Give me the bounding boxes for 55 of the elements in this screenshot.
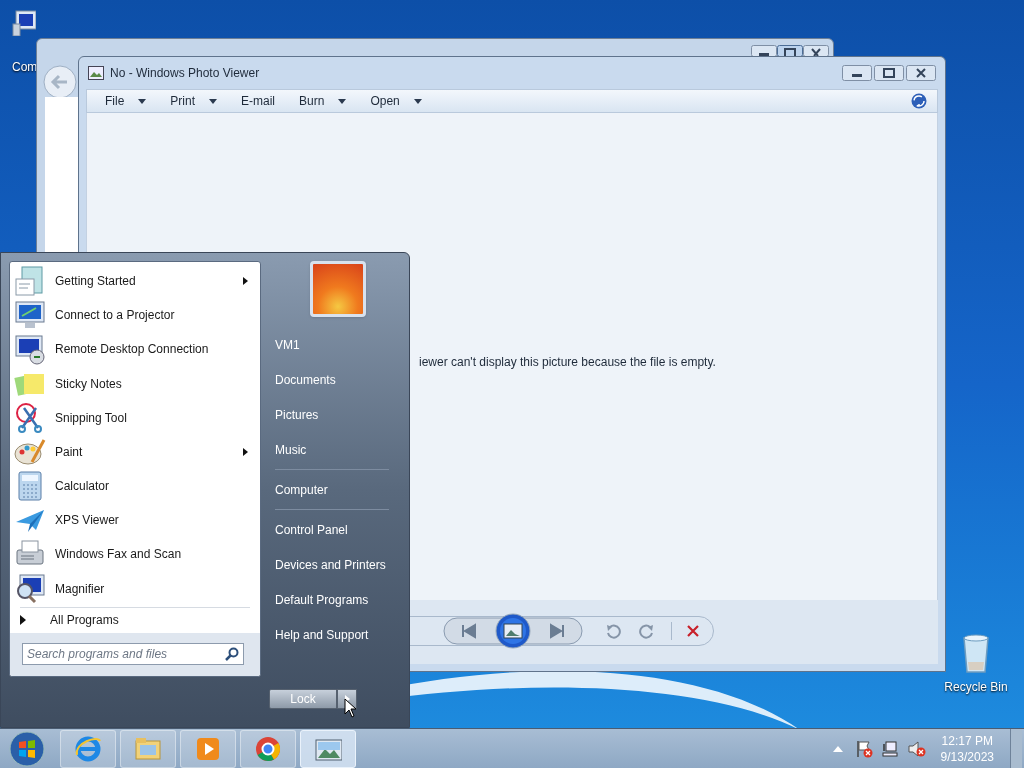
start-menu-link[interactable]: Help and Support	[269, 617, 395, 652]
minimize-icon[interactable]	[751, 45, 777, 56]
speaker-muted-icon[interactable]	[906, 739, 927, 758]
close-icon[interactable]	[906, 65, 936, 81]
browser-icon	[254, 734, 282, 763]
program-item[interactable]: Connect to a Projector	[10, 298, 260, 333]
magnifier-icon	[14, 572, 46, 605]
start-menu-link[interactable]: Pictures	[269, 397, 395, 432]
window-title: No - Windows Photo Viewer	[110, 65, 260, 82]
minimize-icon[interactable]	[842, 65, 872, 81]
rotate-right-icon[interactable]	[639, 623, 655, 639]
expand-arrow-icon	[20, 615, 26, 626]
menu-button[interactable]: Print	[168, 92, 220, 110]
menu-button[interactable]: Burn	[297, 92, 349, 110]
start-menu-link[interactable]: Devices and Printers	[269, 547, 395, 582]
rotate-left-icon[interactable]	[605, 623, 621, 639]
delete-icon[interactable]	[685, 623, 701, 639]
program-item[interactable]: Remote Desktop Connection	[10, 332, 260, 367]
menu-button[interactable]: Open	[368, 92, 424, 110]
help-icon[interactable]	[911, 93, 927, 109]
getting-started-icon	[14, 265, 46, 298]
program-item[interactable]: XPS Viewer	[10, 503, 260, 538]
program-item[interactable]: Calculator	[10, 469, 260, 504]
flag-icon[interactable]	[854, 739, 873, 758]
start-menu-link[interactable]: Computer	[269, 472, 395, 507]
menu-button[interactable]: File	[103, 92, 149, 110]
all-programs-button[interactable]: All Programs	[10, 607, 260, 633]
desktop-icon-label: Recycle Bin	[944, 679, 1008, 696]
photo-icon	[88, 66, 104, 80]
start-menu-link[interactable]: VM1	[269, 327, 395, 362]
program-item[interactable]: Snipping Tool	[10, 400, 260, 435]
program-item[interactable]: Paint	[10, 434, 260, 470]
start-menu-link[interactable]: Control Panel	[269, 512, 395, 547]
error-message: iewer can't display this picture because the file is empty.	[419, 354, 716, 371]
program-item[interactable]: Magnifier	[10, 571, 260, 606]
show-desktop-button[interactable]	[1010, 728, 1022, 768]
program-item[interactable]: Sticky Notes	[10, 366, 260, 401]
close-icon[interactable]	[803, 45, 829, 56]
start-menu-link[interactable]: Documents	[269, 362, 395, 397]
search-field[interactable]: Search programs and files	[22, 643, 244, 666]
computer-icon	[12, 10, 36, 36]
remote-icon	[14, 333, 46, 366]
network-icon[interactable]	[880, 739, 899, 758]
start-menu-link[interactable]: Default Programs	[269, 582, 395, 617]
program-item[interactable]: Getting Started	[10, 264, 260, 299]
menu-button[interactable]: E-mail	[239, 92, 278, 110]
desktop-icon-label: Com	[12, 59, 38, 76]
playback-controls-drawing[interactable]	[443, 613, 583, 649]
restore-icon[interactable]	[874, 65, 904, 81]
program-item[interactable]: Windows Fax and Scan	[10, 537, 260, 572]
mouse-pointer-icon	[344, 698, 358, 718]
browser-icon	[74, 734, 102, 763]
start-menu-link[interactable]: Music	[269, 432, 395, 467]
taskbar-button[interactable]	[300, 729, 356, 768]
search-icon	[225, 647, 239, 662]
